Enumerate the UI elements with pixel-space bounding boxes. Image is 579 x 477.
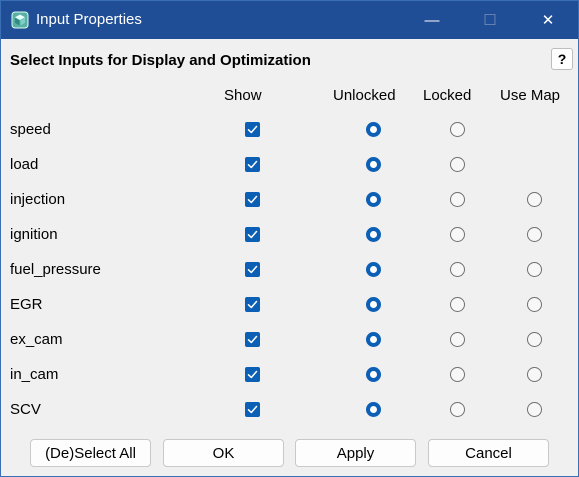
column-header-show: Show <box>224 87 262 104</box>
input-label-load: load <box>10 156 39 173</box>
show-checkbox[interactable] <box>245 367 260 382</box>
use-map-radio[interactable] <box>527 402 542 417</box>
window-title: Input Properties <box>36 11 142 28</box>
locked-radio[interactable] <box>450 262 465 277</box>
apply-button[interactable]: Apply <box>295 439 416 467</box>
checkmark-icon <box>247 125 258 134</box>
checkmark-icon <box>247 405 258 414</box>
close-icon: ✕ <box>541 12 555 29</box>
title-bar[interactable]: Input Properties — ☐ ✕ <box>1 1 578 39</box>
locked-radio[interactable] <box>450 367 465 382</box>
use-map-radio[interactable] <box>527 192 542 207</box>
input-label-injection: injection <box>10 191 66 208</box>
minimize-icon: — <box>424 11 440 29</box>
deselect-all-button[interactable]: (De)Select All <box>30 439 151 467</box>
locked-radio[interactable] <box>450 402 465 417</box>
column-header-locked: Locked <box>423 87 472 104</box>
unlocked-radio[interactable] <box>366 192 381 207</box>
input-properties-dialog: Input Properties — ☐ ✕ Select Inputs for… <box>0 0 579 477</box>
checkmark-icon <box>247 300 258 309</box>
use-map-radio[interactable] <box>527 297 542 312</box>
show-checkbox[interactable] <box>245 122 260 137</box>
cancel-button[interactable]: Cancel <box>428 439 549 467</box>
column-header-use-map: Use Map <box>500 87 561 104</box>
show-checkbox[interactable] <box>245 332 260 347</box>
input-label-fuel-pressure: fuel_pressure <box>10 261 101 278</box>
help-button[interactable]: ? <box>551 48 573 70</box>
use-map-radio[interactable] <box>527 227 542 242</box>
unlocked-radio[interactable] <box>366 157 381 172</box>
column-header-unlocked: Unlocked <box>333 87 396 104</box>
checkmark-icon <box>247 370 258 379</box>
locked-radio[interactable] <box>450 297 465 312</box>
show-checkbox[interactable] <box>245 262 260 277</box>
maximize-icon: ☐ <box>483 12 497 29</box>
unlocked-radio[interactable] <box>366 402 381 417</box>
app-cube-icon <box>11 11 29 29</box>
ok-button[interactable]: OK <box>163 439 284 467</box>
checkmark-icon <box>247 230 258 239</box>
use-map-radio[interactable] <box>527 367 542 382</box>
show-checkbox[interactable] <box>245 297 260 312</box>
input-label-scv: SCV <box>10 401 41 418</box>
locked-radio[interactable] <box>450 227 465 242</box>
locked-radio[interactable] <box>450 332 465 347</box>
use-map-radio[interactable] <box>527 262 542 277</box>
dialog-heading: Select Inputs for Display and Optimizati… <box>10 52 311 69</box>
input-label-egr: EGR <box>10 296 43 313</box>
use-map-radio[interactable] <box>527 332 542 347</box>
show-checkbox[interactable] <box>245 402 260 417</box>
locked-radio[interactable] <box>450 122 465 137</box>
show-checkbox[interactable] <box>245 227 260 242</box>
close-button[interactable]: ✕ <box>519 1 577 39</box>
locked-radio[interactable] <box>450 192 465 207</box>
unlocked-radio[interactable] <box>366 262 381 277</box>
checkmark-icon <box>247 335 258 344</box>
checkmark-icon <box>247 195 258 204</box>
maximize-button[interactable]: ☐ <box>461 1 519 39</box>
locked-radio[interactable] <box>450 157 465 172</box>
minimize-button[interactable]: — <box>403 1 461 39</box>
checkmark-icon <box>247 160 258 169</box>
checkmark-icon <box>247 265 258 274</box>
input-label-ignition: ignition <box>10 226 58 243</box>
input-label-in-cam: in_cam <box>10 366 59 383</box>
unlocked-radio[interactable] <box>366 332 381 347</box>
input-label-ex-cam: ex_cam <box>10 331 63 348</box>
unlocked-radio[interactable] <box>366 122 381 137</box>
show-checkbox[interactable] <box>245 192 260 207</box>
unlocked-radio[interactable] <box>366 227 381 242</box>
show-checkbox[interactable] <box>245 157 260 172</box>
unlocked-radio[interactable] <box>366 297 381 312</box>
input-label-speed: speed <box>10 121 51 138</box>
unlocked-radio[interactable] <box>366 367 381 382</box>
